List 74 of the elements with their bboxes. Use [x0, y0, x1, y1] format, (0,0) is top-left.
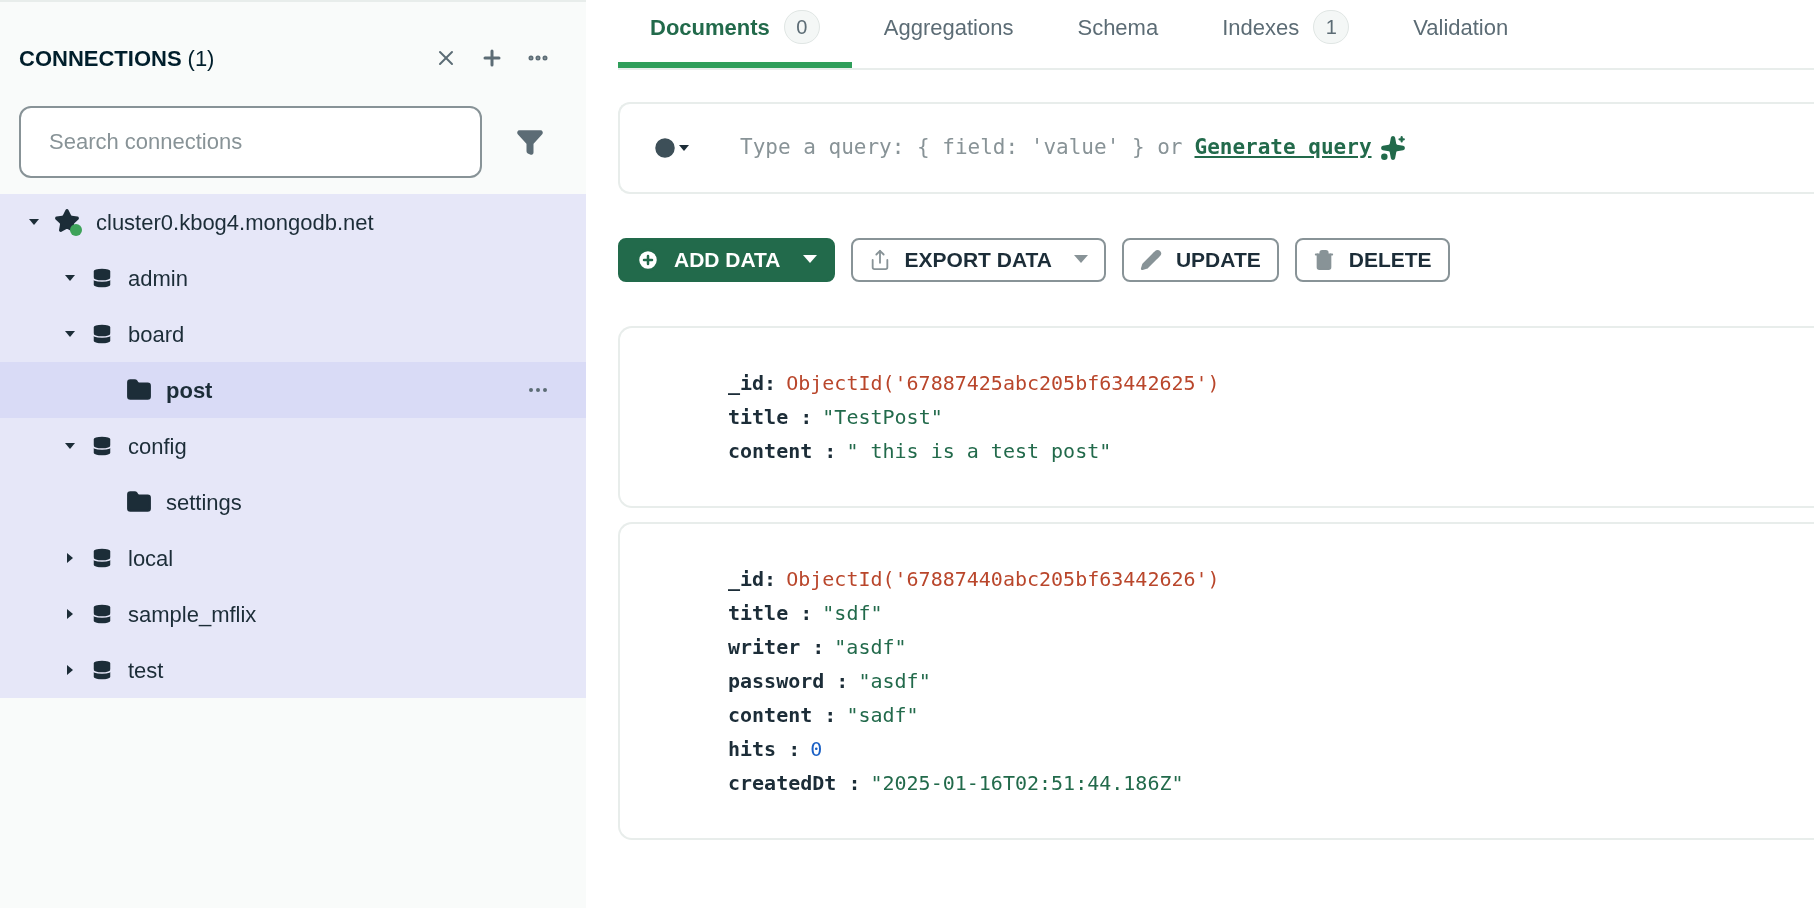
field-value: ObjectId('67887425abc205bf63442625')	[786, 370, 1220, 397]
field-value: "asdf"	[858, 668, 931, 695]
count-badge: 1	[1313, 10, 1350, 44]
plus-circle-icon	[636, 248, 660, 272]
action-button[interactable]: UPDATE	[1121, 238, 1279, 282]
generate-query-link[interactable]: Generate query	[1194, 132, 1372, 164]
tab[interactable]: Validation	[1381, 0, 1541, 68]
tree-item-label: config	[128, 432, 187, 461]
field-key: content :	[728, 434, 837, 468]
tab-label: Aggregations	[883, 13, 1014, 42]
tree-item[interactable]: local	[0, 530, 586, 586]
tab[interactable]: Documents 0	[618, 0, 852, 68]
tree-item-label: test	[128, 656, 164, 685]
database-icon	[90, 266, 114, 290]
count-badge: 0	[783, 10, 820, 44]
pencil-icon	[1139, 249, 1162, 271]
database-icon	[90, 602, 114, 626]
caret-icon	[1073, 255, 1088, 265]
tree-item-label: sample_mflix	[128, 600, 257, 629]
tab-label: Validation	[1413, 13, 1509, 42]
field-key: _id:	[728, 366, 777, 400]
field-key: title :	[728, 400, 813, 434]
field-key: writer :	[728, 630, 825, 664]
folder-icon	[126, 377, 152, 403]
field-value: ObjectId('67887440abc205bf63442626')	[786, 566, 1220, 593]
filter-icon[interactable]	[516, 128, 544, 156]
tree-item-label: local	[128, 544, 174, 573]
tab-label: Documents	[650, 13, 770, 42]
action-button[interactable]: ADD DATA	[618, 238, 835, 282]
field-value: "sdf"	[822, 600, 883, 627]
field-value: "2025-01-16T02:51:44.186Z"	[870, 770, 1184, 797]
database-icon	[90, 322, 114, 346]
tree-item-label: settings	[166, 488, 242, 517]
connection-star-icon	[54, 208, 82, 236]
action-button[interactable]: EXPORT DATA	[850, 238, 1106, 282]
tree-item[interactable]: post	[0, 362, 586, 418]
search-field[interactable]: Search connections	[19, 106, 482, 178]
sparkle-icon	[1379, 135, 1406, 161]
tab[interactable]: Schema	[1045, 0, 1191, 68]
tab-label: Indexes	[1222, 13, 1300, 42]
tree-item[interactable]: test	[0, 642, 586, 698]
field-value: 0	[810, 736, 823, 763]
connection-count: (1)	[187, 44, 215, 73]
sidebar-title: CONNECTIONS	[19, 44, 182, 73]
tree-item-label: post	[166, 376, 213, 405]
tree-item[interactable]: settings	[0, 474, 586, 530]
database-icon	[90, 434, 114, 458]
tab[interactable]: Indexes 1	[1190, 0, 1382, 68]
field-key: createdDt :	[728, 766, 861, 800]
tree-item[interactable]: admin	[0, 250, 586, 306]
tab[interactable]: Aggregations	[851, 0, 1046, 68]
field-key: hits :	[728, 732, 801, 766]
field-value: "sadf"	[846, 702, 919, 729]
trash-icon	[1312, 249, 1335, 271]
field-value: "TestPost"	[822, 404, 943, 431]
tree-item-label: cluster0.kbog4.mongodb.net	[96, 208, 374, 237]
tree-item[interactable]: sample_mflix	[0, 586, 586, 642]
tree-item[interactable]: config	[0, 418, 586, 474]
tree-item-label: admin	[128, 264, 188, 293]
field-key: _id:	[728, 562, 777, 596]
tab-label: Schema	[1077, 13, 1159, 42]
caret-icon	[802, 255, 817, 265]
folder-icon	[126, 489, 152, 515]
tree-item-label: board	[128, 320, 185, 349]
field-key: password :	[728, 664, 849, 698]
database-icon	[90, 658, 114, 682]
field-key: content :	[728, 698, 837, 732]
field-value: " this is a test post"	[846, 438, 1112, 465]
tree-item[interactable]: board	[0, 306, 586, 362]
action-button[interactable]: DELETE	[1294, 238, 1450, 282]
database-icon	[90, 546, 114, 570]
field-key: title :	[728, 596, 813, 630]
tree-item[interactable]: cluster0.kbog4.mongodb.net	[0, 194, 586, 250]
field-value: "asdf"	[834, 634, 907, 661]
